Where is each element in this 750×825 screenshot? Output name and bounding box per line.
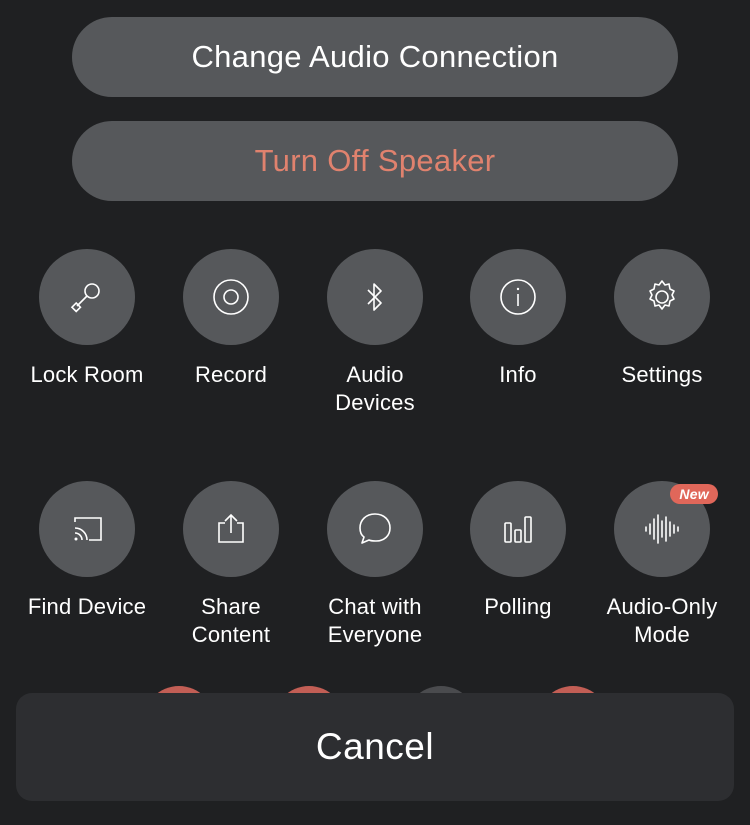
info-button[interactable] (470, 249, 566, 345)
lock-room-button[interactable] (39, 249, 135, 345)
info-label: Info (499, 362, 537, 387)
polling-label: Polling (484, 594, 552, 619)
find-device-option[interactable]: Find Device (17, 481, 157, 621)
settings-label: Settings (621, 362, 703, 387)
settings-option[interactable]: Settings (592, 249, 732, 389)
new-badge: New (670, 484, 718, 504)
settings-button[interactable] (614, 249, 710, 345)
audio-only-mode-option[interactable]: New Audio-Only Mode (592, 481, 732, 649)
polling-option[interactable]: Polling (448, 481, 588, 621)
record-option[interactable]: Record (161, 249, 301, 389)
lock-room-option[interactable]: Lock Room (17, 249, 157, 389)
audio-only-mode-label: Audio-Only Mode (606, 594, 718, 647)
cancel-button[interactable]: Cancel (16, 693, 734, 801)
options-row-2: Find Device Share Content Chat with Ever… (0, 481, 750, 681)
info-option[interactable]: Info (448, 249, 588, 389)
share-content-option[interactable]: Share Content (161, 481, 301, 649)
chat-bubble-icon (359, 513, 391, 544)
record-button[interactable] (183, 249, 279, 345)
audio-only-mode-button[interactable]: New (614, 481, 718, 577)
options-row-1: Lock Room Record Audio Devices Info Sett… (0, 249, 750, 449)
find-device-button[interactable] (39, 481, 135, 577)
polling-button[interactable] (470, 481, 566, 577)
chat-with-everyone-option[interactable]: Chat with Everyone (305, 481, 445, 649)
share-content-button[interactable] (183, 481, 279, 577)
waveform-icon (645, 514, 679, 544)
poll-bars-icon (504, 516, 532, 543)
audio-devices-button[interactable] (327, 249, 423, 345)
chat-with-everyone-label: Chat with Everyone (327, 594, 423, 647)
bluetooth-icon (367, 283, 382, 311)
chat-with-everyone-button[interactable] (327, 481, 423, 577)
record-label: Record (194, 362, 268, 387)
find-device-label: Find Device (27, 594, 147, 619)
audio-devices-label: Audio Devices (335, 362, 415, 415)
change-audio-connection-button[interactable]: Change Audio Connection (72, 17, 678, 97)
audio-devices-option[interactable]: Audio Devices (305, 249, 445, 417)
cast-icon (74, 517, 102, 541)
share-content-label: Share Content (191, 594, 271, 647)
lock-room-label: Lock Room (30, 362, 144, 387)
gear-icon (649, 280, 675, 310)
share-icon (218, 513, 244, 543)
record-icon (213, 279, 249, 315)
turn-off-speaker-button[interactable]: Turn Off Speaker (72, 121, 678, 201)
key-icon (70, 283, 100, 313)
info-icon (500, 279, 536, 315)
